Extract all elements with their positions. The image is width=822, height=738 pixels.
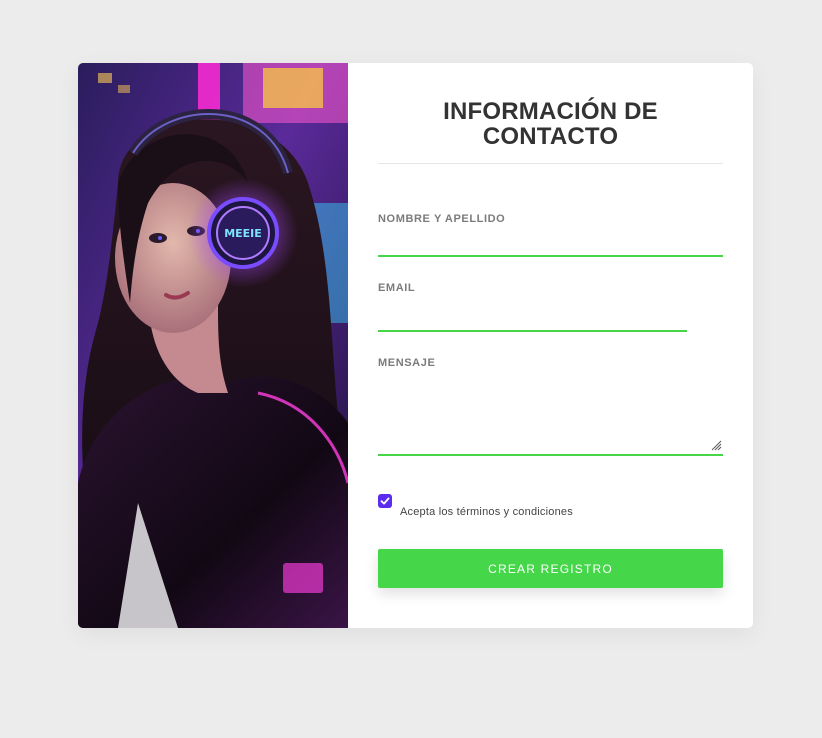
title-divider xyxy=(378,163,723,164)
email-input[interactable] xyxy=(378,309,687,332)
message-label: MENSAJE xyxy=(378,357,436,369)
page-title: INFORMACIÓN DE CONTACTO xyxy=(443,98,658,150)
email-label: EMAIL xyxy=(378,282,416,294)
hero-image: MEEIE xyxy=(78,63,348,628)
name-input[interactable] xyxy=(378,234,723,257)
hero-illustration: MEEIE xyxy=(78,63,348,628)
terms-checkbox[interactable] xyxy=(378,494,392,508)
hero-badge-text: MEEIE xyxy=(224,227,262,240)
terms-label[interactable]: Acepta los términos y condiciones xyxy=(400,506,573,518)
contact-card: MEEIE INFORMACIÓN DE CONTACTO NOMBRE Y A… xyxy=(78,63,753,628)
contact-form: INFORMACIÓN DE CONTACTO NOMBRE Y APELLID… xyxy=(378,63,723,628)
check-icon xyxy=(380,497,390,505)
name-label: NOMBRE Y APELLIDO xyxy=(378,213,506,225)
create-record-button[interactable]: CREAR REGISTRO xyxy=(378,549,723,588)
resize-grip-icon[interactable] xyxy=(711,440,722,451)
message-textarea[interactable] xyxy=(378,378,723,456)
